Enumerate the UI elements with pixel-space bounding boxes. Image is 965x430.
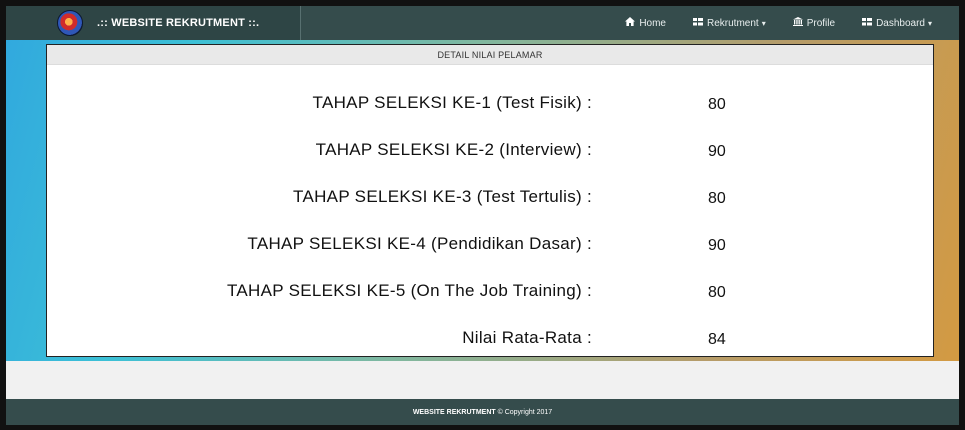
score-row: TAHAP SELEKSI KE-5 (On The Job Training)… xyxy=(47,281,933,311)
score-value: 80 xyxy=(708,284,726,301)
brand[interactable]: .:: WEBSITE REKRUTMENT ::. xyxy=(6,6,301,40)
nav-item-profile[interactable]: Profile xyxy=(792,17,836,29)
nav-item-home[interactable]: Home xyxy=(625,17,666,29)
score-row: TAHAP SELEKSI KE-1 (Test Fisik) : 80 xyxy=(47,93,933,123)
footer-copyright: © Copyright 2017 xyxy=(497,408,553,416)
average-value: 84 xyxy=(708,331,726,348)
nav-label-rekrutment: Rekrutment xyxy=(707,17,759,29)
bank-icon xyxy=(792,17,803,29)
footer-brand: WEBSITE REKRUTMENT xyxy=(412,408,496,416)
score-value: 80 xyxy=(708,190,726,207)
caret-down-icon: ▾ xyxy=(927,18,932,28)
nav-item-rekrutment[interactable]: Rekrutment ▾ xyxy=(693,17,766,29)
average-row: Nilai Rata-Rata : 84 xyxy=(47,328,933,358)
nav-label-profile: Profile xyxy=(806,17,836,29)
nav-label-dashboard: Dashboard xyxy=(876,17,925,29)
caret-down-icon: ▾ xyxy=(761,18,766,28)
score-label: TAHAP SELEKSI KE-3 (Test Tertulis) : xyxy=(293,187,592,206)
average-label: Nilai Rata-Rata : xyxy=(462,328,592,347)
logo-icon xyxy=(57,10,83,36)
brand-title: .:: WEBSITE REKRUTMENT ::. xyxy=(97,17,260,29)
nav-label-home: Home xyxy=(639,17,666,29)
score-row: TAHAP SELEKSI KE-4 (Pendidikan Dasar) : … xyxy=(47,234,933,264)
score-value: 90 xyxy=(708,237,726,254)
score-row: TAHAP SELEKSI KE-2 (Interview) : 90 xyxy=(47,140,933,170)
score-label: TAHAP SELEKSI KE-4 (Pendidikan Dasar) : xyxy=(247,234,592,253)
score-label: TAHAP SELEKSI KE-5 (On The Job Training)… xyxy=(226,281,592,300)
score-label: TAHAP SELEKSI KE-2 (Interview) : xyxy=(315,140,592,159)
browser-viewport: .:: WEBSITE REKRUTMENT ::. Home Rekrutme… xyxy=(6,6,959,425)
panel-title: DETAIL NILAI PELAMAR xyxy=(47,45,933,65)
nav-menu: Home Rekrutment ▾ Profile Dashboard ▾ xyxy=(625,6,959,40)
top-navbar: .:: WEBSITE REKRUTMENT ::. Home Rekrutme… xyxy=(6,6,959,40)
score-label: TAHAP SELEKSI KE-1 (Test Fisik) : xyxy=(312,93,592,112)
score-panel: DETAIL NILAI PELAMAR TAHAP SELEKSI KE-1 … xyxy=(46,44,934,357)
footer: WEBSITE REKRUTMENT © Copyright 2017 xyxy=(6,399,959,425)
score-value: 90 xyxy=(708,143,726,160)
main-content: DETAIL NILAI PELAMAR TAHAP SELEKSI KE-1 … xyxy=(6,40,959,361)
home-icon xyxy=(625,17,636,29)
grid-icon xyxy=(862,17,873,29)
nav-item-dashboard[interactable]: Dashboard ▾ xyxy=(862,17,932,29)
list-icon xyxy=(693,17,703,29)
score-row: TAHAP SELEKSI KE-3 (Test Tertulis) : 80 xyxy=(47,187,933,217)
score-value: 80 xyxy=(708,96,726,113)
